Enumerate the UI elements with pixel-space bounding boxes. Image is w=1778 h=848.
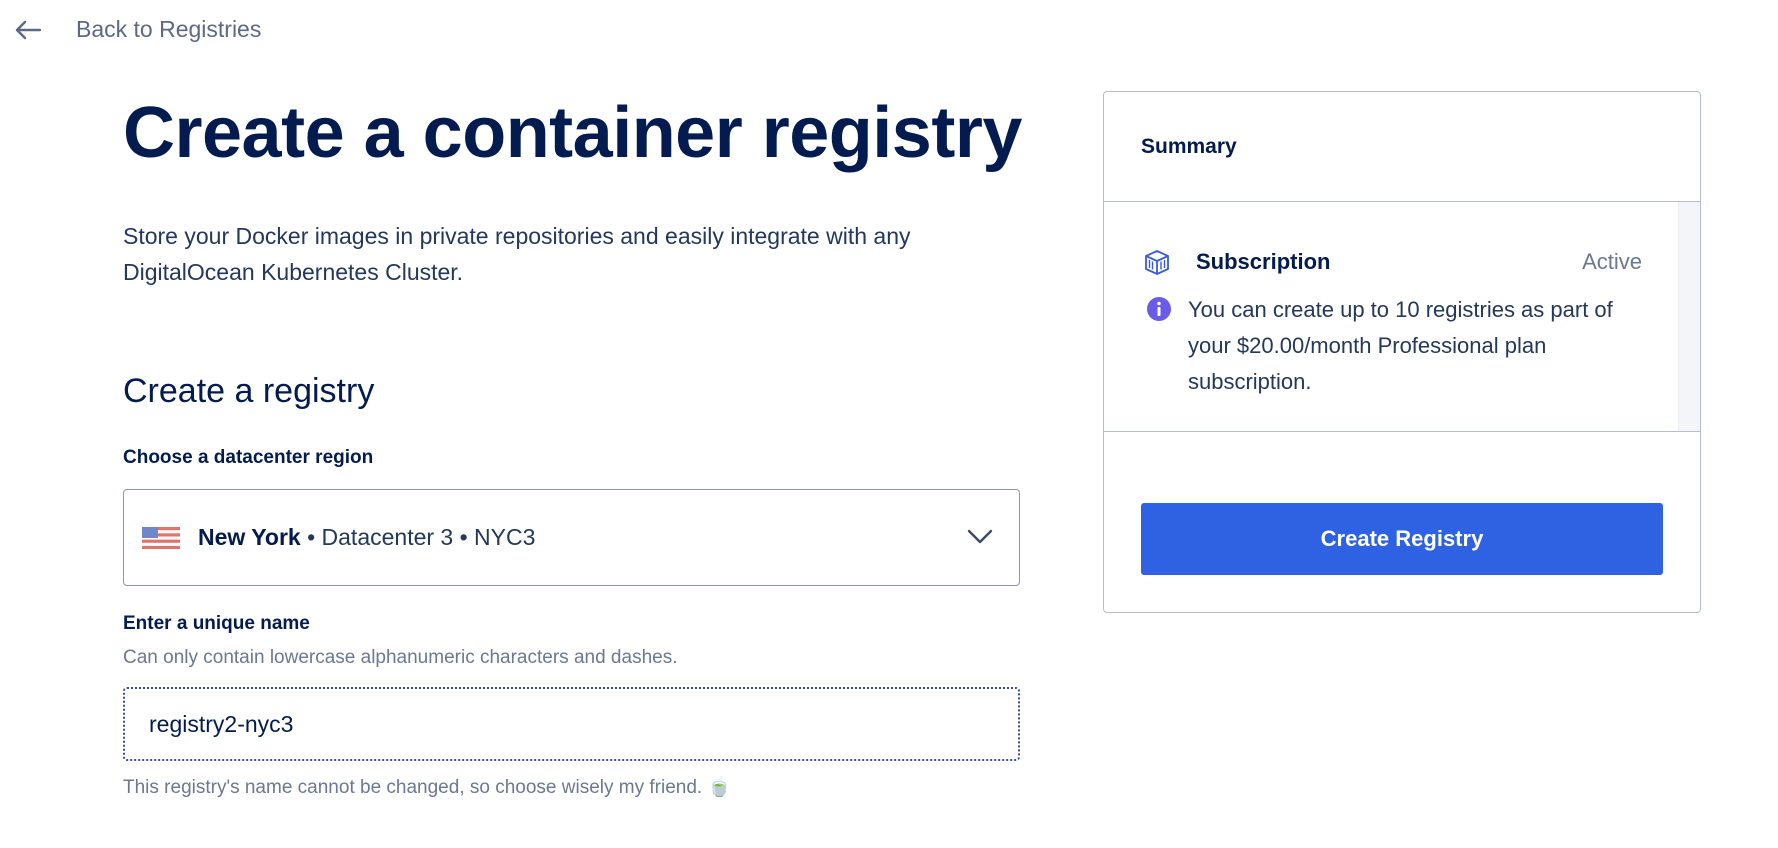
back-link-label: Back to Registries [76,16,262,42]
back-to-registries-link[interactable]: Back to Registries [14,16,261,43]
name-hint-text: This registry's name cannot be changed, … [123,777,732,798]
chevron-down-icon [967,529,993,544]
page-title: Create a container registry [123,93,1022,173]
subscription-status: Active [1582,249,1642,274]
subscription-row: Subscription Active [1142,247,1642,277]
subscription-info: You can create up to 10 registries as pa… [1146,292,1640,400]
us-flag-icon [142,526,180,549]
summary-scrollbar[interactable] [1678,202,1700,431]
region-dropdown[interactable]: New York • Datacenter 3 • NYC3 [123,489,1020,586]
subscription-label: Subscription [1196,249,1331,274]
create-registry-button[interactable]: Create Registry [1141,503,1663,575]
info-icon [1147,297,1171,321]
name-help-text: Can only contain lowercase alphanumeric … [123,647,678,668]
region-name: New York [198,524,301,550]
registry-name-input[interactable] [123,687,1020,761]
container-icon [1145,250,1169,275]
summary-panel: Summary Subscription Active You can crea… [1103,91,1701,613]
region-label: Choose a datacenter region [123,447,374,468]
name-label: Enter a unique name [123,613,310,634]
region-value: New York • Datacenter 3 • NYC3 [198,524,535,551]
summary-title: Summary [1104,92,1700,202]
arrow-left-icon [15,20,42,39]
region-detail: • Datacenter 3 • NYC3 [300,524,536,550]
subscription-info-text: You can create up to 10 registries as pa… [1188,297,1613,394]
section-title: Create a registry [123,372,375,410]
summary-body: Subscription Active You can create up to… [1104,202,1700,432]
page-description: Store your Docker images in private repo… [123,223,911,285]
